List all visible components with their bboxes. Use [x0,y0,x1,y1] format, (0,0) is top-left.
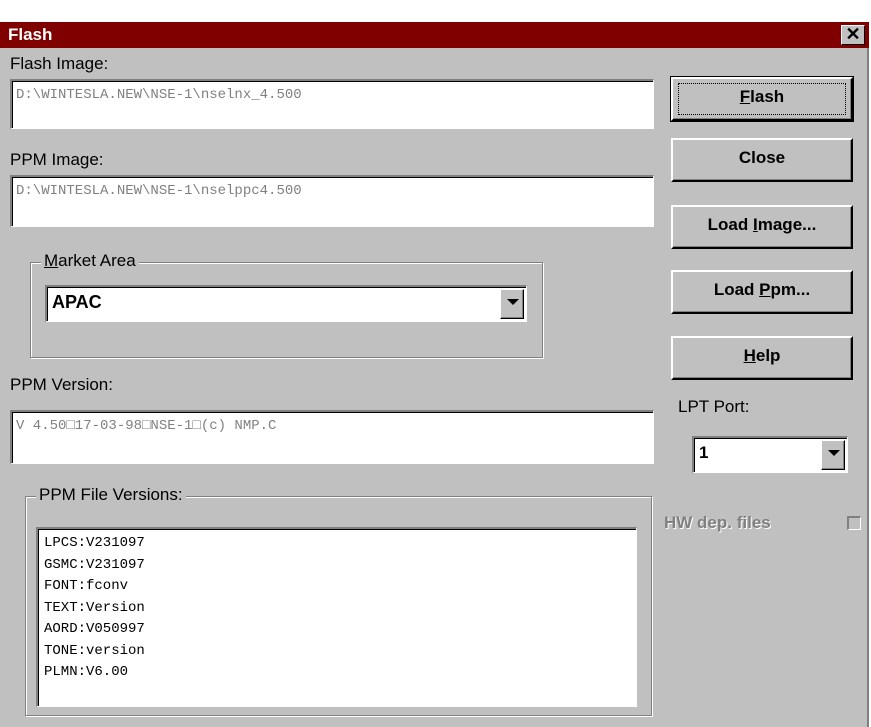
list-item[interactable]: TONE:version [38,641,636,663]
market-area-title: Market Area [41,251,139,271]
close-icon[interactable]: ✕ [841,25,865,45]
market-area-group: Market Area APAC [30,251,543,358]
hw-dep-files-checkbox[interactable] [847,516,861,530]
load-ppm-button[interactable]: Load Ppm... [671,270,853,314]
flash-button[interactable]: Flash [670,76,854,122]
flash-image-label: Flash Image: [10,54,109,73]
ppm-file-versions-list[interactable]: LPCS:V231097 GSMC:V231097 FONT:fconv TEXT:V… [36,527,637,707]
list-item[interactable]: FONT:fconv [38,576,636,598]
flash-image-value: D:\WINTESLA.NEW\NSE-1\nselnx_4.500 [16,87,302,103]
list-item[interactable]: LPCS:V231097 [38,533,636,555]
ppm-image-label: PPM Image: [10,150,104,169]
list-item[interactable]: AORD:V050997 [38,619,636,641]
ppm-version-field[interactable]: V 4.50□17-03-98□NSE-1□(c) NMP.C [10,410,654,464]
lpt-port-select[interactable]: 1 [692,436,848,473]
flash-dialog: Flash ✕ Flash Image: D:\WINTESLA.NEW\NSE… [0,22,869,727]
ppm-image-value: D:\WINTESLA.NEW\NSE-1\nselppc4.500 [16,183,302,199]
title-bar[interactable]: Flash ✕ [0,22,869,48]
market-area-value: APAC [52,292,102,312]
list-item[interactable]: PLMN:V6.00 [38,662,636,684]
lpt-port-label: LPT Port: [678,397,750,416]
window-title: Flash [8,25,53,44]
list-item[interactable]: GSMC:V231097 [38,555,636,577]
ppm-file-versions-title: PPM File Versions: [36,485,186,505]
close-button[interactable]: Close [671,138,853,182]
ppm-file-versions-group: PPM File Versions: LPCS:V231097 GSMC:V231… [25,485,652,716]
chevron-down-icon[interactable] [821,440,845,470]
list-item[interactable]: TEXT:Version [38,598,636,620]
ppm-version-value: V 4.50□17-03-98□NSE-1□(c) NMP.C [16,418,277,434]
help-button[interactable]: Help [671,336,853,380]
lpt-port-value: 1 [699,443,709,462]
chevron-down-icon[interactable] [500,289,524,319]
flash-image-field[interactable]: D:\WINTESLA.NEW\NSE-1\nselnx_4.500 [10,79,654,129]
hw-dep-files-label: HW dep. files [664,513,771,532]
load-image-button[interactable]: Load Image... [671,205,853,249]
ppm-version-label: PPM Version: [10,375,113,394]
market-area-select[interactable]: APAC [45,285,527,322]
ppm-image-field[interactable]: D:\WINTESLA.NEW\NSE-1\nselppc4.500 [10,175,654,227]
